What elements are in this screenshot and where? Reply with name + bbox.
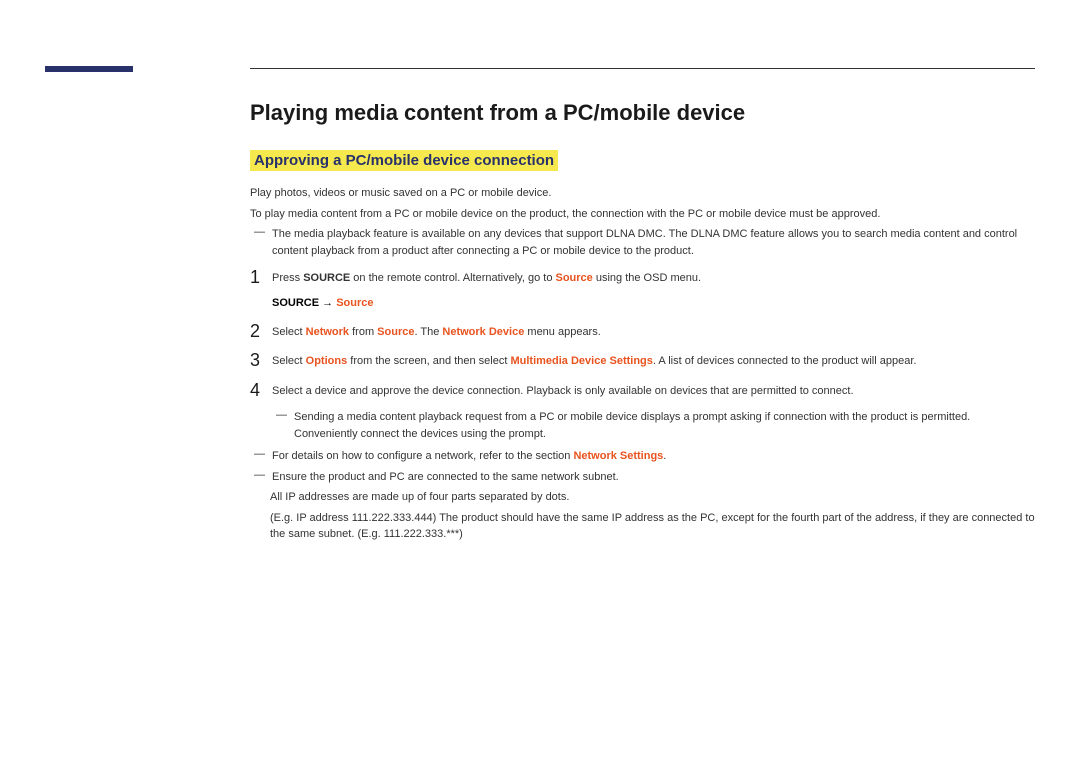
step-2: 2 Select Network from Source. The Networ… <box>250 321 1035 343</box>
note-subnet: Ensure the product and PC are connected … <box>250 469 1035 486</box>
header-divider-line <box>250 68 1035 69</box>
step-number: 1 <box>250 267 272 289</box>
section-subtitle: Approving a PC/mobile device connection <box>250 150 558 171</box>
page-title: Playing media content from a PC/mobile d… <box>250 100 1035 126</box>
note-network-settings: For details on how to configure a networ… <box>250 448 1035 465</box>
step-number: 3 <box>250 350 272 372</box>
step-1: 1 Press SOURCE on the remote control. Al… <box>250 267 1035 289</box>
step-4: 4 Select a device and approve the device… <box>250 380 1035 402</box>
step-number: 2 <box>250 321 272 343</box>
header-accent-bar <box>45 66 133 72</box>
source-path: SOURCE → Source <box>250 297 1035 309</box>
step-text: Select Options from the screen, and then… <box>272 350 916 370</box>
step-text: Select a device and approve the device c… <box>272 380 854 400</box>
intro-text-1: Play photos, videos or music saved on a … <box>250 185 1035 202</box>
step-text: Press SOURCE on the remote control. Alte… <box>272 267 701 287</box>
note-prompt: Sending a media content playback request… <box>272 409 1035 442</box>
page-content: Playing media content from a PC/mobile d… <box>250 100 1035 547</box>
note-dlna: The media playback feature is available … <box>250 226 1035 259</box>
ip-note-2: (E.g. IP address 111.222.333.444) The pr… <box>250 510 1035 543</box>
intro-text-2: To play media content from a PC or mobil… <box>250 206 1035 223</box>
ip-note-1: All IP addresses are made up of four par… <box>250 489 1035 506</box>
step-number: 4 <box>250 380 272 402</box>
step-text: Select Network from Source. The Network … <box>272 321 601 341</box>
step-3: 3 Select Options from the screen, and th… <box>250 350 1035 372</box>
